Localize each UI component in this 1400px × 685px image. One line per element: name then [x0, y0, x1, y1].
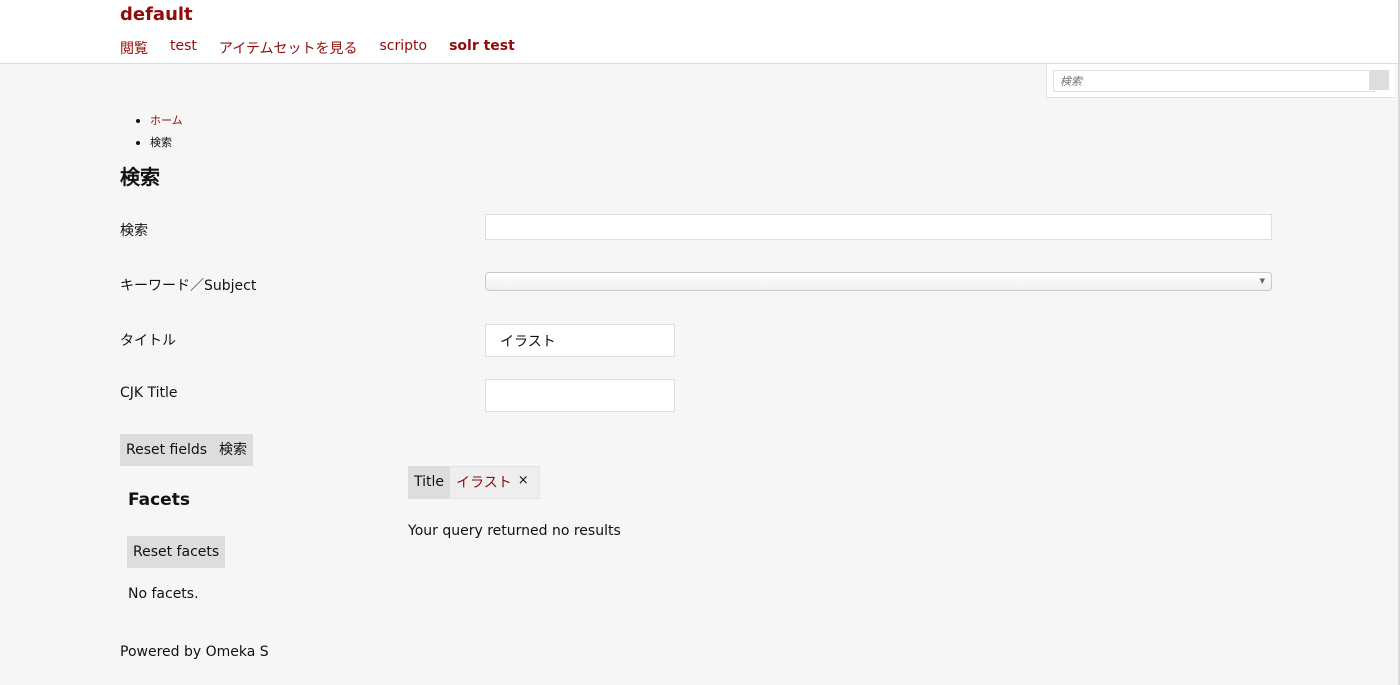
- no-results-message: Your query returned no results: [408, 523, 621, 539]
- nav-item-test[interactable]: test: [170, 38, 197, 58]
- main-navigation: 閲覧 test アイテムセットを見る scripto solr test: [120, 38, 537, 58]
- site-search-input[interactable]: [1053, 70, 1375, 92]
- field-label-keyword-subject: キーワード／Subject: [120, 278, 257, 294]
- reset-facets-button[interactable]: Reset facets: [127, 536, 226, 568]
- title-field[interactable]: [485, 324, 675, 357]
- nav-item-browse[interactable]: 閲覧: [120, 38, 148, 58]
- active-filter-value: イラスト ×: [450, 466, 540, 499]
- site-search-form: [1046, 64, 1395, 98]
- field-label-title: タイトル: [120, 333, 176, 349]
- breadcrumb-item-home: ホーム: [136, 110, 183, 132]
- field-label-cjk-title: CJK Title: [120, 385, 178, 401]
- close-icon[interactable]: ×: [518, 473, 529, 488]
- site-title-link[interactable]: default: [120, 4, 193, 25]
- nav-item-item-sets[interactable]: アイテムセットを見る: [219, 38, 358, 58]
- site-search-submit-button[interactable]: [1369, 70, 1389, 90]
- facets-heading: Facets: [128, 490, 190, 510]
- no-facets-text: No facets.: [128, 586, 199, 602]
- site-header: default 閲覧 test アイテムセットを見る scripto solr …: [0, 0, 1398, 64]
- cjk-title-field[interactable]: [485, 379, 675, 412]
- reset-fields-button[interactable]: Reset fields: [120, 434, 214, 466]
- active-filter-value-text: イラスト: [456, 475, 512, 491]
- field-label-search: 検索: [120, 223, 148, 239]
- nav-item-scripto[interactable]: scripto: [380, 38, 428, 58]
- page-title: 検索: [120, 165, 160, 189]
- dropdown-arrow-icon: ▼: [1259, 277, 1265, 285]
- footer-text: Powered by Omeka S: [120, 644, 269, 660]
- active-filter: Title イラスト ×: [408, 466, 540, 499]
- breadcrumb-home-link[interactable]: ホーム: [150, 114, 183, 127]
- breadcrumb-item-current: 検索: [136, 132, 183, 154]
- keyword-subject-select[interactable]: ▼: [485, 272, 1272, 291]
- active-filter-label: Title: [408, 466, 451, 499]
- nav-item-solr-test[interactable]: solr test: [449, 38, 515, 58]
- search-submit-button[interactable]: 検索: [213, 434, 253, 466]
- breadcrumb: ホーム 検索: [136, 110, 183, 154]
- search-field[interactable]: [485, 214, 1272, 240]
